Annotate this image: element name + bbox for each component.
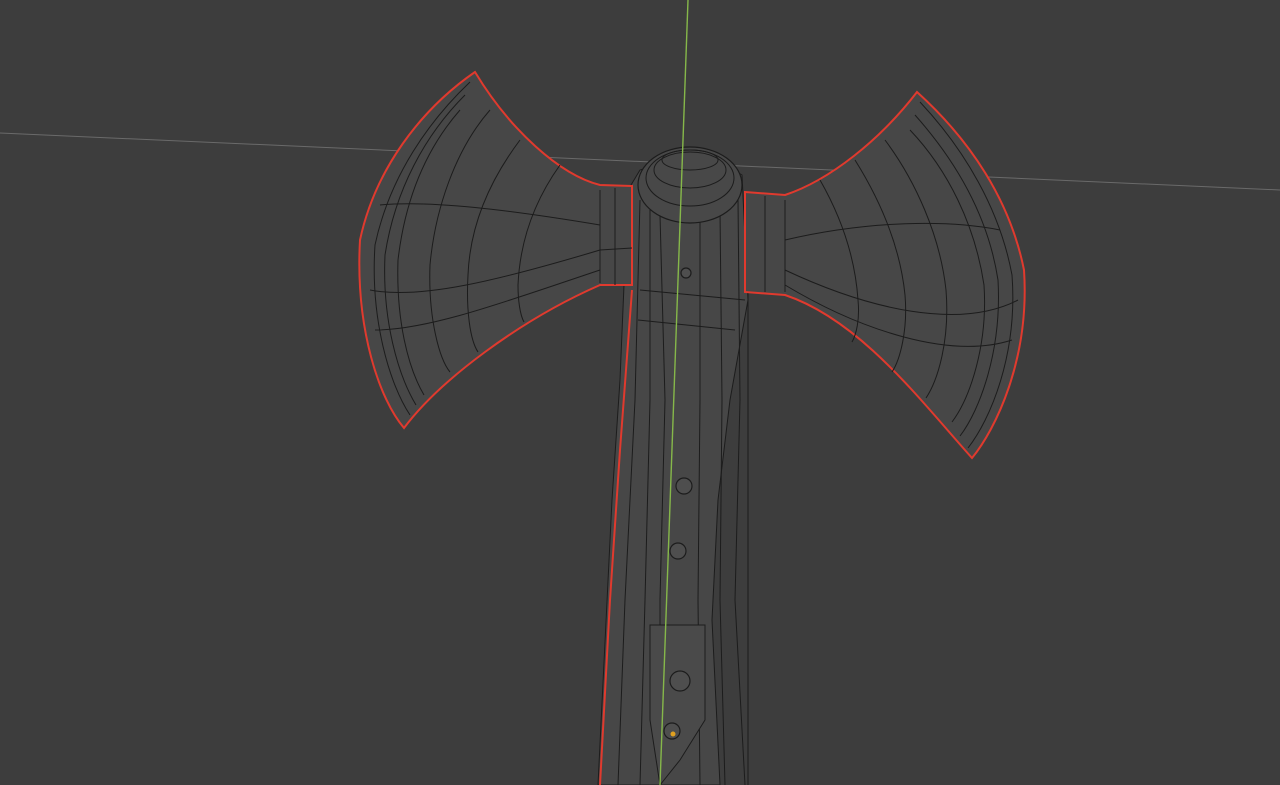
axe-blade-left [358, 70, 633, 430]
3d-viewport[interactable] [0, 0, 1280, 785]
viewport-canvas[interactable] [0, 0, 1280, 785]
cap-rim [637, 146, 743, 224]
left-blade-fill [358, 70, 633, 430]
object-origin-dot [670, 731, 676, 737]
axe-top-cap [637, 146, 743, 224]
axe-blade-right [744, 90, 1026, 460]
